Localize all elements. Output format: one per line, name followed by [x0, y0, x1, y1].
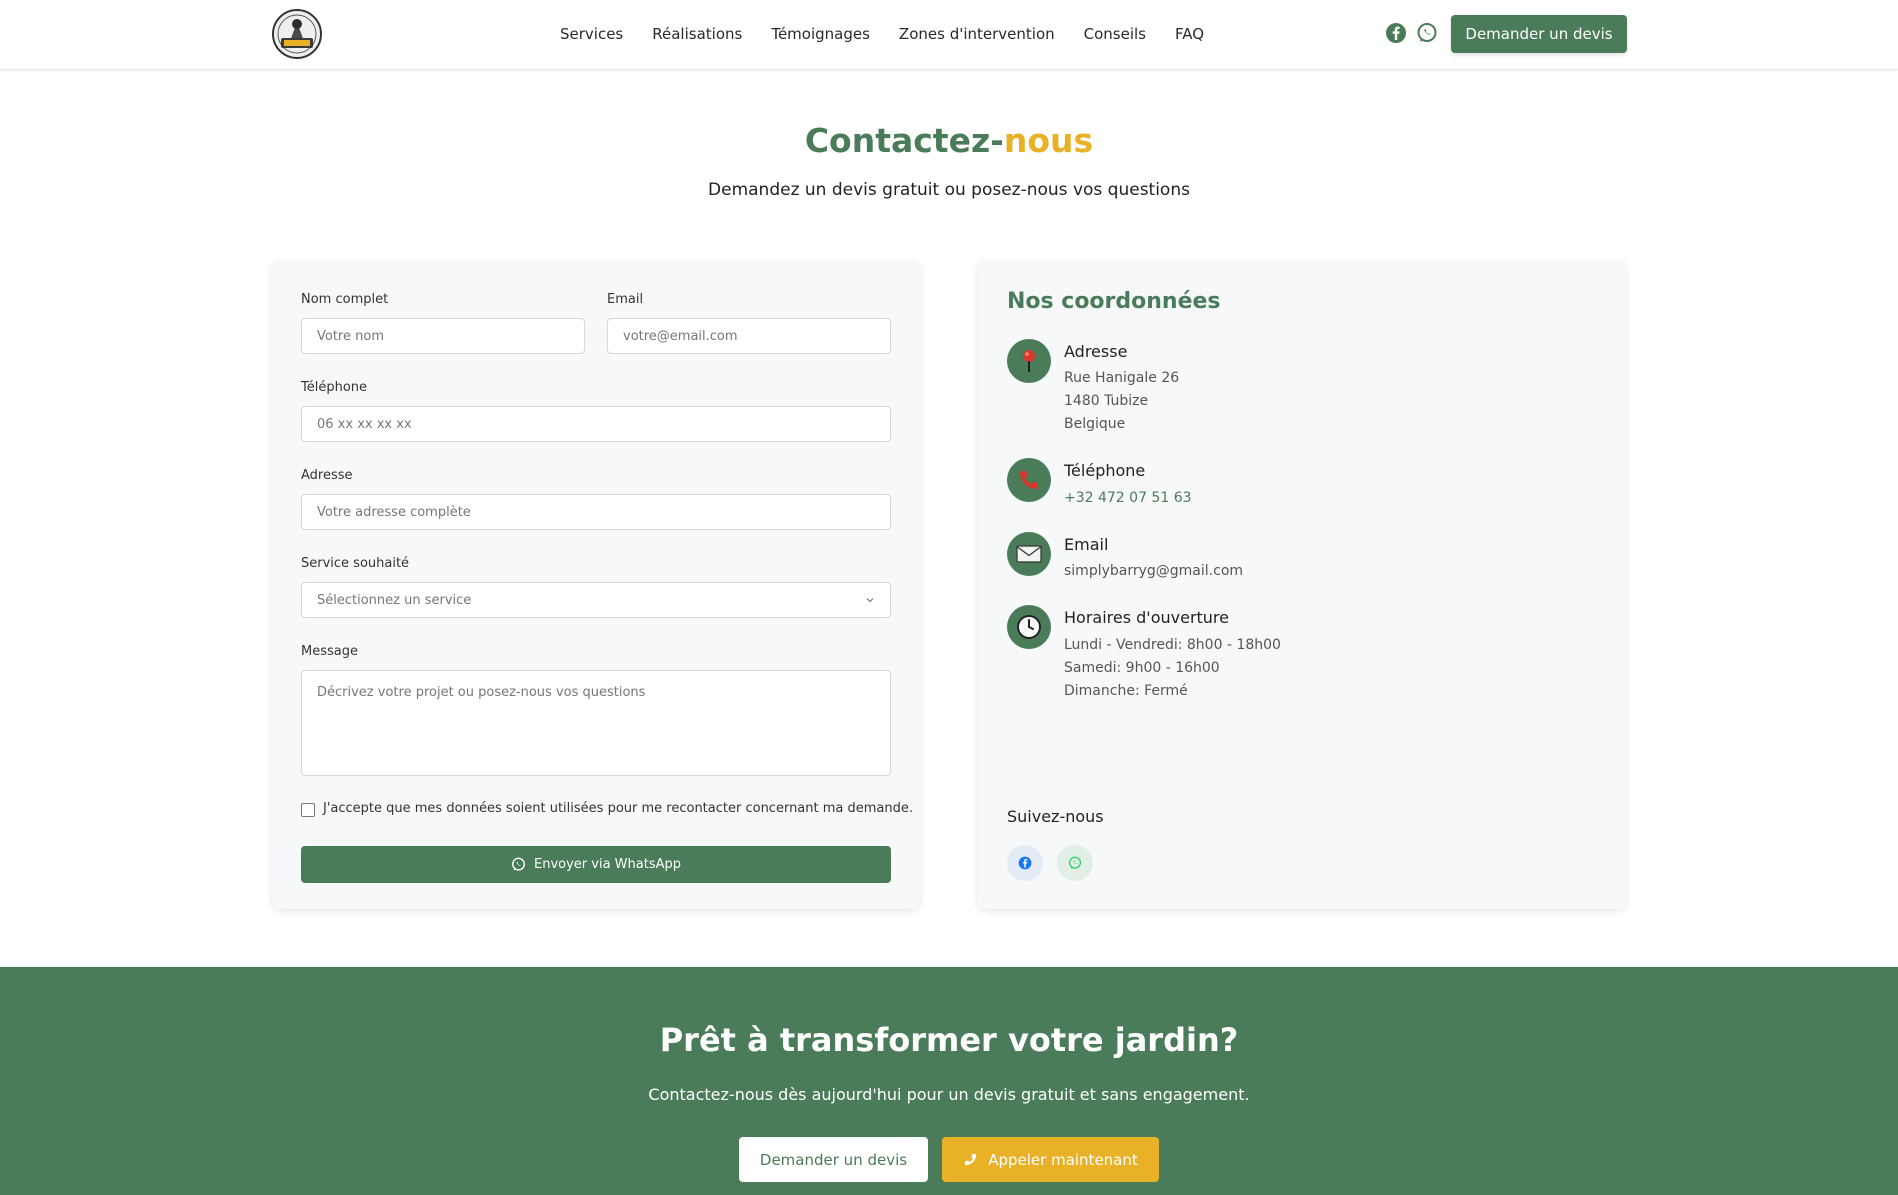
hours-line-1: Lundi - Vendredi: 8h00 - 18h00 — [1064, 637, 1281, 653]
email-input[interactable]: votre@email.com — [607, 318, 891, 354]
name-input[interactable]: Votre nom — [301, 318, 585, 354]
clock-icon — [1007, 605, 1051, 649]
name-label: Nom complet — [301, 292, 389, 307]
cta-request-quote-button[interactable]: Demander un devis — [739, 1137, 928, 1182]
main-nav: Services Réalisations Témoignages Zones … — [560, 0, 1204, 68]
whatsapp-icon[interactable] — [1057, 845, 1093, 881]
cta-title: Prêt à transformer votre jardin? — [659, 1021, 1239, 1059]
chevron-down-icon — [866, 598, 874, 603]
message-textarea[interactable]: Décrivez votre projet ou posez-nous vos … — [301, 670, 891, 776]
pin-icon — [1007, 339, 1051, 383]
contact-info-card: Nos coordonnées Adresse Rue Hanigale 26 … — [978, 261, 1626, 909]
nav-temoignages[interactable]: Témoignages — [771, 25, 870, 43]
info-title: Nos coordonnées — [1007, 289, 1221, 314]
nav-conseils[interactable]: Conseils — [1084, 25, 1146, 43]
service-label: Service souhaité — [301, 556, 410, 571]
phone-input[interactable]: 06 xx xx xx xx — [301, 406, 891, 442]
address-title: Adresse — [1064, 342, 1128, 361]
follow-title: Suivez-nous — [1007, 807, 1104, 826]
phone-label: Téléphone — [301, 380, 368, 395]
site-header: Services Réalisations Témoignages Zones … — [0, 0, 1898, 70]
email-title: Email — [1064, 535, 1109, 554]
cta-section: Prêt à transformer votre jardin? Contact… — [0, 967, 1898, 1195]
cta-subtitle: Contactez-nous dès aujourd'hui pour un d… — [648, 1085, 1250, 1104]
address-input[interactable]: Votre adresse complète — [301, 494, 891, 530]
consent-text: J'accepte que mes données soient utilisé… — [323, 801, 914, 816]
address-line-3: Belgique — [1064, 416, 1126, 432]
page-title: Contactez-nous — [0, 121, 1898, 160]
service-select-value: Sélectionnez un service — [317, 592, 472, 608]
phone-link[interactable]: +32 472 07 51 63 — [1064, 490, 1192, 506]
phone-icon — [965, 1153, 977, 1166]
phone-icon — [1007, 458, 1051, 502]
email-link[interactable]: simplybarryg@gmail.com — [1064, 563, 1243, 579]
facebook-icon[interactable] — [1385, 22, 1407, 44]
address-label: Adresse — [301, 468, 353, 483]
nav-zones[interactable]: Zones d'intervention — [899, 25, 1055, 43]
hours-title: Horaires d'ouverture — [1064, 608, 1229, 627]
cta-call-label: Appeler maintenant — [988, 1150, 1138, 1169]
facebook-icon[interactable] — [1007, 845, 1043, 881]
consent-checkbox[interactable] — [301, 803, 315, 817]
message-label: Message — [301, 644, 358, 659]
cta-call-button[interactable]: Appeler maintenant — [942, 1137, 1159, 1182]
title-part-green: Contactez- — [804, 121, 1004, 160]
page-subtitle: Demandez un devis gratuit ou posez-nous … — [708, 180, 1190, 200]
contact-form-card: Nom complet Votre nom Email votre@email.… — [272, 261, 920, 909]
envelope-icon — [1007, 532, 1051, 576]
hours-line-3: Dimanche: Fermé — [1064, 683, 1188, 699]
send-whatsapp-button[interactable]: Envoyer via WhatsApp — [301, 846, 891, 883]
title-part-yellow: nous — [1003, 121, 1094, 160]
request-quote-button[interactable]: Demander un devis — [1451, 15, 1627, 53]
consent-row: J'accepte que mes données soient utilisé… — [301, 801, 913, 817]
nav-realisations[interactable]: Réalisations — [652, 25, 742, 43]
hours-line-2: Samedi: 9h00 - 16h00 — [1064, 660, 1220, 676]
nav-services[interactable]: Services — [560, 25, 623, 43]
address-line-2: 1480 Tubize — [1064, 393, 1149, 409]
phone-title: Téléphone — [1064, 461, 1146, 480]
address-line-1: Rue Hanigale 26 — [1064, 370, 1180, 386]
email-label: Email — [607, 292, 644, 307]
send-whatsapp-label: Envoyer via WhatsApp — [534, 857, 681, 872]
service-select[interactable]: Sélectionnez un service — [301, 582, 891, 618]
logo[interactable] — [271, 8, 323, 60]
whatsapp-icon — [512, 857, 525, 871]
nav-faq[interactable]: FAQ — [1175, 25, 1204, 43]
whatsapp-icon[interactable] — [1416, 22, 1438, 44]
